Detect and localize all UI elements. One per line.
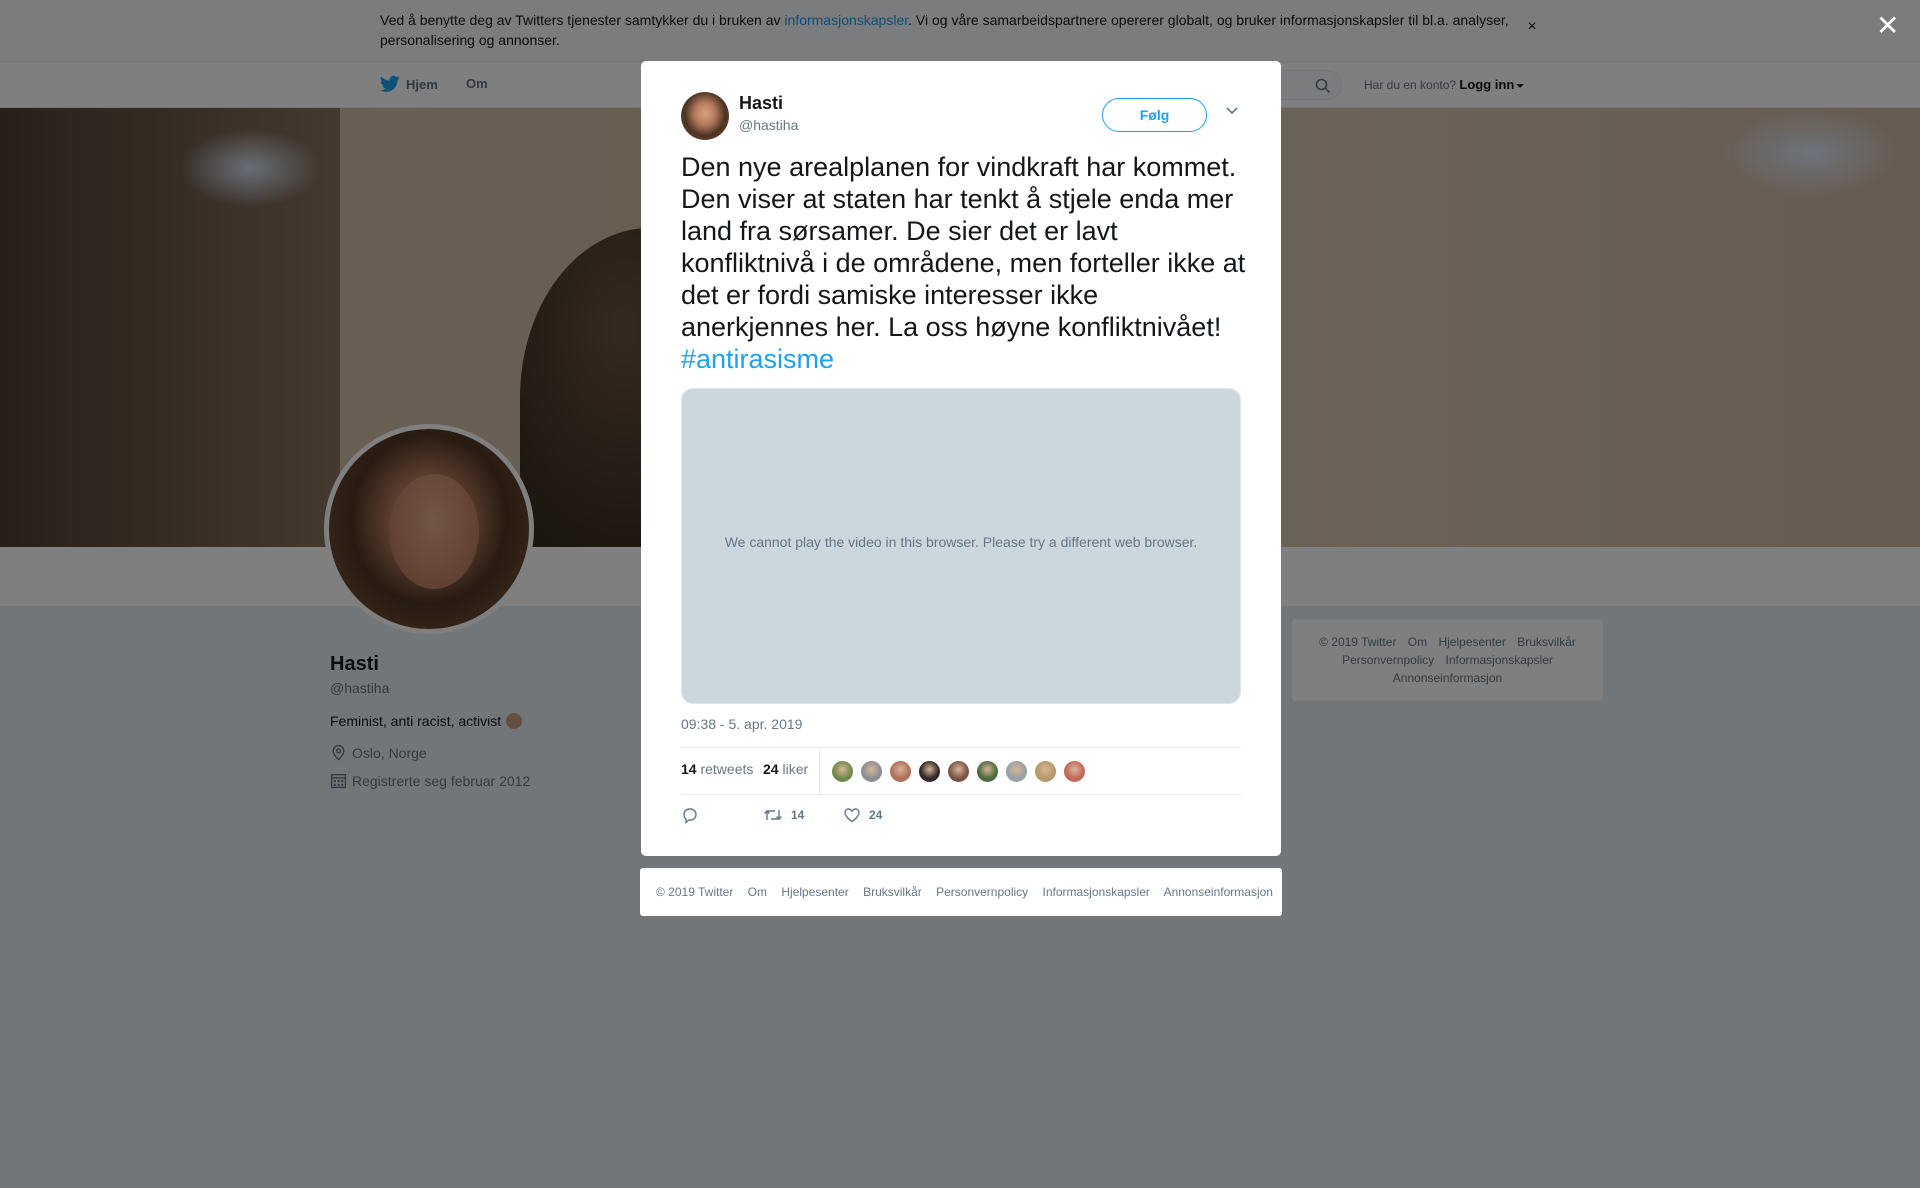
footer-link-terms[interactable]: Bruksvilkår [863,885,922,899]
liker-avatar[interactable] [1034,760,1057,783]
tweet-actions: 14 24 [681,806,1241,830]
video-unsupported-message: We cannot play the video in this browser… [724,534,1198,550]
follow-button[interactable]: Følg [1102,98,1207,132]
tweet-body: Den nye arealplanen for vindkraft har ko… [681,152,1246,342]
footer-link-about[interactable]: Om [748,885,767,899]
footer-link-ads-info[interactable]: Annonseinformasjon [1164,885,1273,899]
like-count: 24 [869,808,883,822]
liker-avatar[interactable] [1063,760,1086,783]
tweet-author-handle[interactable]: @hastiha [739,117,798,133]
likes-count: 24 [763,761,779,777]
likers-avatars [831,760,1092,783]
tweet-author-avatar[interactable] [681,92,729,140]
stats-divider [819,748,820,794]
footer-link-cookies[interactable]: Informasjonskapsler [1043,885,1150,899]
tweet-author-name[interactable]: Hasti [739,93,783,114]
liker-avatar[interactable] [976,760,999,783]
tweet-modal: Hasti @hastiha Følg Den nye arealplanen … [641,61,1281,856]
tweet-stats: 14 retweets 24 liker [681,747,1241,795]
reply-icon [683,808,697,824]
retweets-label: retweets [700,761,754,777]
close-icon[interactable]: ✕ [1876,12,1899,40]
reply-button[interactable] [681,806,707,824]
liker-avatar[interactable] [1005,760,1028,783]
footer-link-privacy[interactable]: Personvernpolicy [936,885,1028,899]
liker-avatar[interactable] [947,760,970,783]
chevron-down-icon[interactable] [1225,106,1239,116]
liker-avatar[interactable] [918,760,941,783]
retweets-count: 14 [681,761,697,777]
hashtag-link[interactable]: #antirasisme [681,344,834,374]
retweet-count: 14 [791,808,805,822]
liker-avatar[interactable] [860,760,883,783]
like-button[interactable]: 24 [843,806,882,824]
video-player[interactable]: We cannot play the video in this browser… [681,388,1241,704]
liker-avatar[interactable] [889,760,912,783]
footer-link-help[interactable]: Hjelpesenter [781,885,848,899]
retweet-icon [764,810,782,820]
heart-icon [844,808,860,823]
tweet-timestamp[interactable]: 09:38 - 5. apr. 2019 [681,716,802,732]
likes-stat[interactable]: 24 liker [763,761,808,777]
modal-footer: © 2019 Twitter Om Hjelpesenter Bruksvilk… [640,868,1282,916]
retweet-button[interactable]: 14 [763,806,804,824]
likes-label: liker [782,761,809,777]
tweet-text: Den nye arealplanen for vindkraft har ko… [681,151,1246,375]
liker-avatar[interactable] [831,760,854,783]
retweets-stat[interactable]: 14 retweets [681,761,753,777]
footer-copyright: © 2019 Twitter [656,885,734,899]
